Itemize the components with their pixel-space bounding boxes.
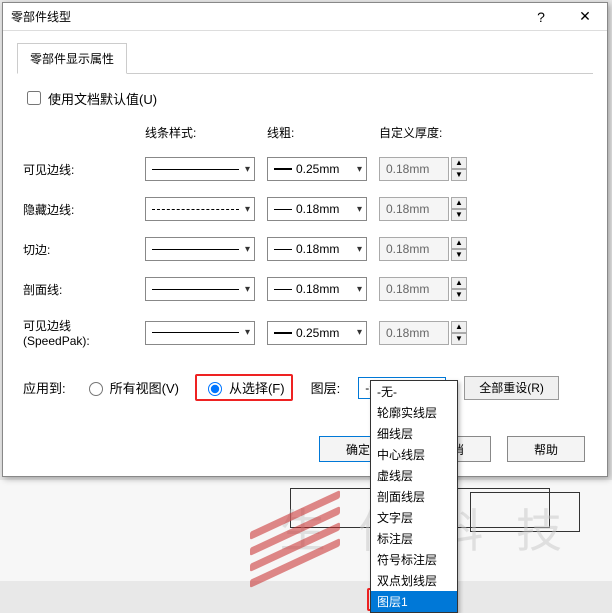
radio-all-views[interactable]: 所有视图(V) (84, 378, 179, 397)
spin-down[interactable]: ▼ (451, 333, 467, 345)
layer-option[interactable]: 文字层 (371, 507, 457, 528)
layer-option[interactable]: 轮廓实线层 (371, 402, 457, 423)
spin-down[interactable]: ▼ (451, 169, 467, 181)
custom-thickness-input[interactable] (379, 197, 449, 221)
layer-option[interactable]: 细线层 (371, 423, 457, 444)
row-label: 可见边线: (23, 161, 133, 178)
line-style-select[interactable]: ▾ (145, 277, 255, 301)
spin-up[interactable]: ▲ (451, 277, 467, 289)
watermark-logo (250, 501, 340, 571)
layer-option[interactable]: -无- (371, 381, 457, 402)
layer-option[interactable]: 中心线层 (371, 444, 457, 465)
layer-dropdown-list[interactable]: -无-轮廓实线层细线层中心线层虚线层剖面线层文字层标注层符号标注层双点划线层图层… (370, 380, 458, 613)
tab-display-props[interactable]: 零部件显示属性 (17, 43, 127, 74)
titlebar: 零部件线型 ? ✕ (3, 3, 607, 31)
row-label: 隐藏边线: (23, 201, 133, 218)
spin-up[interactable]: ▲ (451, 321, 467, 333)
spin-up[interactable]: ▲ (451, 157, 467, 169)
dialog-title: 零部件线型 (11, 8, 71, 25)
header-weight: 线粗: (267, 124, 367, 141)
row-label: 切边: (23, 241, 133, 258)
layer-option[interactable]: 剖面线层 (371, 486, 457, 507)
line-weight-select[interactable]: 0.18mm▾ (267, 197, 367, 221)
help-button[interactable]: 帮助 (507, 436, 585, 462)
line-style-select[interactable]: ▾ (145, 157, 255, 181)
row-label: 剖面线: (23, 281, 133, 298)
line-weight-select[interactable]: 0.18mm▾ (267, 237, 367, 261)
layer-option[interactable]: 标注层 (371, 528, 457, 549)
help-icon[interactable]: ? (519, 3, 563, 31)
custom-thickness-input[interactable] (379, 321, 449, 345)
layer-label: 图层: (311, 378, 341, 397)
component-linetype-dialog: 零部件线型 ? ✕ 零部件显示属性 使用文档默认值(U) 线条样式: 线粗: 自… (2, 2, 608, 477)
layer-option[interactable]: 虚线层 (371, 465, 457, 486)
line-weight-select[interactable]: 0.25mm▾ (267, 321, 367, 345)
line-style-select[interactable]: ▾ (145, 197, 255, 221)
apply-to-label: 应用到: (23, 378, 66, 397)
layer-option[interactable]: 符号标注层 (371, 549, 457, 570)
use-doc-default-label: 使用文档默认值(U) (48, 89, 157, 108)
custom-thickness-input[interactable] (379, 277, 449, 301)
use-doc-default-checkbox[interactable]: 使用文档默认值(U) (23, 88, 593, 108)
spin-up[interactable]: ▲ (451, 237, 467, 249)
custom-thickness-input[interactable] (379, 157, 449, 181)
line-weight-select[interactable]: 0.18mm▾ (267, 277, 367, 301)
radio-from-selection[interactable]: 从选择(F) (203, 378, 285, 397)
header-style: 线条样式: (145, 124, 255, 141)
spin-down[interactable]: ▼ (451, 209, 467, 221)
use-doc-default-input[interactable] (27, 91, 41, 105)
row-label: 可见边线 (SpeedPak): (23, 317, 133, 348)
spin-down[interactable]: ▼ (451, 249, 467, 261)
line-style-select[interactable]: ▾ (145, 237, 255, 261)
reset-all-button[interactable]: 全部重设(R) (464, 376, 559, 400)
line-style-select[interactable]: ▾ (145, 321, 255, 345)
header-custom: 自定义厚度: (379, 124, 489, 141)
spin-up[interactable]: ▲ (451, 197, 467, 209)
close-icon[interactable]: ✕ (563, 3, 607, 31)
spin-down[interactable]: ▼ (451, 289, 467, 301)
custom-thickness-input[interactable] (379, 237, 449, 261)
line-weight-select[interactable]: 0.25mm▾ (267, 157, 367, 181)
layer-option[interactable]: 图层1 (371, 591, 457, 612)
